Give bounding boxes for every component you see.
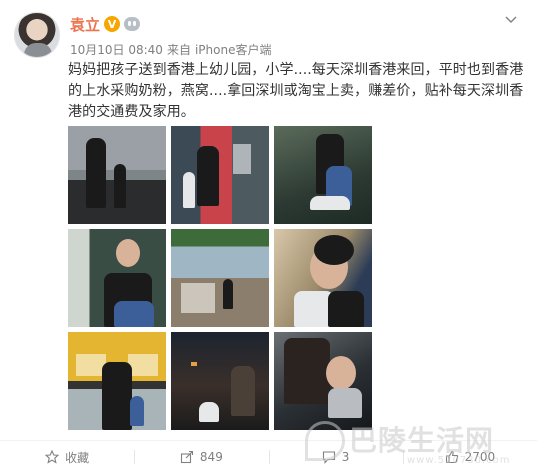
post-source-prefix: 来自 <box>166 43 191 57</box>
author-name[interactable]: 袁立 <box>70 14 100 35</box>
member-icon[interactable] <box>124 17 141 31</box>
share-button[interactable]: 849 <box>134 441 268 473</box>
post-source[interactable]: iPhone客户端 <box>195 41 272 58</box>
chevron-down-icon[interactable] <box>505 14 517 26</box>
watermark-logo-icon <box>305 421 345 461</box>
photo-thumb[interactable] <box>68 332 166 430</box>
photo-thumb[interactable] <box>171 229 269 327</box>
photo-grid <box>68 126 373 430</box>
favorite-label: 收藏 <box>65 450 90 465</box>
photo-thumb[interactable] <box>171 332 269 430</box>
share-count: 849 <box>199 450 223 464</box>
author-avatar[interactable] <box>14 12 60 58</box>
photo-thumb[interactable] <box>68 229 166 327</box>
photo-thumb[interactable] <box>274 126 372 224</box>
photo-thumb[interactable] <box>274 332 372 430</box>
weibo-post-card: 袁立 V 10月10日 08:40 来自 iPhone客户端 妈妈把孩子送到香港… <box>0 0 537 473</box>
photo-thumb[interactable] <box>171 126 269 224</box>
photo-thumb[interactable] <box>68 126 166 224</box>
favorite-button[interactable]: 收藏 <box>0 441 134 473</box>
verified-badge-icon[interactable]: V <box>104 16 121 32</box>
star-icon <box>45 450 60 464</box>
share-icon <box>180 450 193 464</box>
watermark-name: 巴陵生活网 <box>349 424 495 457</box>
post-timestamp[interactable]: 10月10日 08:40 <box>70 41 163 58</box>
post-text: 妈妈把孩子送到香港上幼儿园，小学....每天深圳香港来回，平时也到香港的上水采购… <box>68 62 524 120</box>
photo-thumb[interactable] <box>274 229 372 327</box>
author-row: 袁立 V <box>70 14 141 35</box>
site-watermark: 巴陵生活网 www.520730.com <box>305 417 533 471</box>
watermark-url: www.520730.com <box>407 455 511 466</box>
post-meta: 10月10日 08:40 来自 iPhone客户端 <box>70 41 271 58</box>
